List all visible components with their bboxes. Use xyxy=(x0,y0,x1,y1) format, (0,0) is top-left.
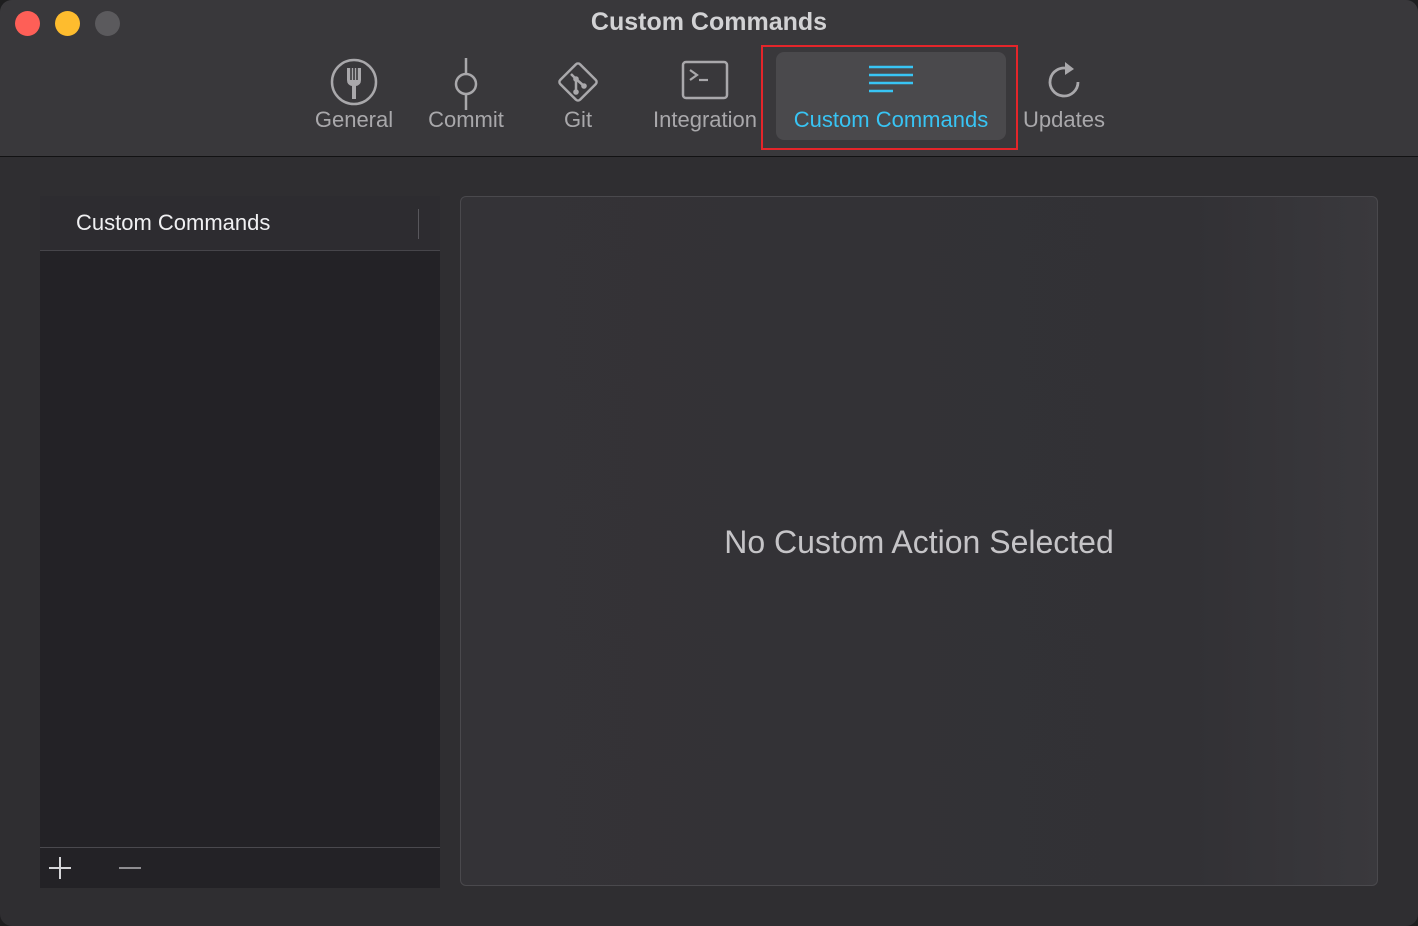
refresh-icon xyxy=(1040,58,1088,111)
preferences-window: Custom Commands General Commit Git Integ… xyxy=(0,0,1418,926)
selection-highlight xyxy=(761,45,1018,150)
fork-icon xyxy=(330,58,378,111)
tab-git[interactable]: Git xyxy=(538,52,618,140)
git-icon xyxy=(554,58,602,111)
tab-updates[interactable]: Updates xyxy=(1016,52,1112,140)
commands-list-header-label: Custom Commands xyxy=(76,210,271,235)
terminal-icon xyxy=(681,58,729,107)
plus-icon xyxy=(49,857,71,879)
commands-list-header[interactable]: Custom Commands xyxy=(40,196,440,251)
toolbar: Custom Commands General Commit Git Integ… xyxy=(0,0,1418,157)
window-title: Custom Commands xyxy=(590,8,828,36)
sidebar-footer xyxy=(40,847,440,888)
add-command-button[interactable] xyxy=(40,848,80,888)
commands-sidebar: Custom Commands xyxy=(40,196,440,888)
tab-integration-label: Integration xyxy=(653,107,757,132)
empty-state-message: No Custom Action Selected xyxy=(724,524,1114,560)
tab-git-label: Git xyxy=(563,107,593,132)
tab-general[interactable]: General xyxy=(300,52,408,140)
column-divider[interactable] xyxy=(418,209,419,239)
tab-commit-label: Commit xyxy=(428,107,504,132)
tab-updates-label: Updates xyxy=(1023,107,1105,132)
tab-commit[interactable]: Commit xyxy=(414,52,518,140)
tab-general-label: General xyxy=(314,107,394,132)
remove-command-button[interactable] xyxy=(110,848,150,888)
command-detail-panel: No Custom Action Selected xyxy=(460,196,1378,886)
commands-list[interactable] xyxy=(40,251,440,847)
tab-integration[interactable]: Integration xyxy=(644,52,766,140)
minus-icon xyxy=(119,867,141,869)
